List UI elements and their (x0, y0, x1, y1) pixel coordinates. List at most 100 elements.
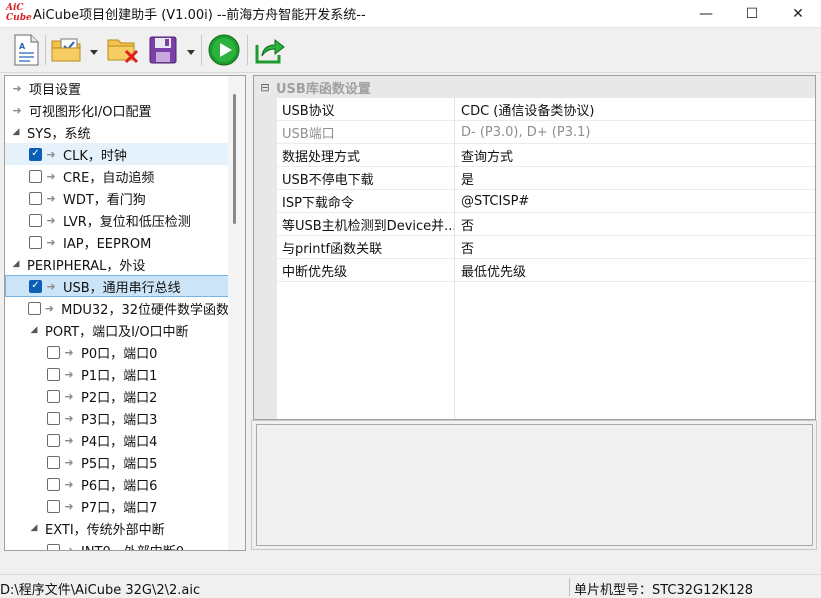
tree-item-checkbox[interactable] (47, 389, 60, 403)
logo-text-top: AiC (6, 2, 24, 13)
property-row[interactable]: 数据处理方式 查询方式 (277, 144, 815, 167)
property-value[interactable]: CDC (通信设备类协议) (455, 100, 594, 119)
property-row[interactable]: ISP下载命令 @STCISP# (277, 190, 815, 213)
property-row[interactable]: USB端口 D- (P3.0), D+ (P3.1) (277, 121, 815, 144)
tree-item[interactable]: ➜ IAP，EEPROM (5, 231, 229, 253)
property-grid[interactable]: ⊟ USB库函数设置 USB协议 CDC (通信设备类协议) USB端口 D- (P3… (253, 75, 816, 420)
tree-item-checkbox[interactable] (47, 345, 60, 359)
tree-item-checkbox[interactable] (47, 411, 60, 425)
property-value[interactable]: 否 (455, 238, 474, 257)
save-dropdown-icon[interactable] (186, 47, 196, 57)
new-project-button[interactable]: A (9, 33, 43, 67)
tree-item[interactable]: ➜ CRE，自动追频 (5, 165, 229, 187)
save-disk-icon (149, 36, 177, 64)
tree-item[interactable]: ◢ EXTI，传统外部中断 (5, 517, 229, 539)
tree-item[interactable]: ➜ WDT，看门狗 (5, 187, 229, 209)
close-folder-icon (107, 39, 139, 64)
category-label: USB库函数设置 (276, 81, 371, 97)
tree-arrow-icon: ➜ (46, 191, 56, 205)
tree-arrow-icon: ➜ (64, 477, 74, 491)
open-project-button[interactable] (50, 33, 84, 67)
tree-item[interactable]: ➜ P4口，端口4 (5, 429, 229, 451)
tree-item-checkbox[interactable] (47, 543, 60, 550)
export-button[interactable] (253, 33, 287, 67)
property-value[interactable]: 是 (455, 169, 474, 188)
expand-toggle-icon[interactable]: ◢ (29, 325, 39, 335)
tree-arrow-icon: ➜ (64, 411, 74, 425)
tree-item[interactable]: ➜ P0口，端口0 (5, 341, 229, 363)
tree-item[interactable]: ◢ PORT，端口及I/O口中断 (5, 319, 229, 341)
collapse-category-icon[interactable]: ⊟ (254, 81, 276, 94)
project-path: D:\程序文件\AiCube 32G\2\2.aic (0, 583, 201, 598)
tree-item[interactable]: ➜ LVR，复位和低压检测 (5, 209, 229, 231)
tree-item-checkbox[interactable] (29, 235, 42, 249)
status-separator (569, 578, 570, 596)
tree-arrow-icon: ➜ (46, 279, 56, 293)
tree-scrollbar[interactable] (228, 76, 245, 550)
tree-item-checkbox[interactable] (47, 477, 60, 491)
property-row[interactable]: 中断优先级 最低优先级 (277, 259, 815, 282)
tree-item[interactable]: ➜ CLK，时钟 (5, 143, 229, 165)
tree-item-checkbox[interactable] (29, 279, 42, 293)
property-category[interactable]: ⊟ USB库函数设置 (254, 76, 815, 98)
tree-item-checkbox[interactable] (47, 433, 60, 447)
tree-item[interactable]: ➜ INT0，外部中断0 (5, 539, 229, 551)
tree-item[interactable]: ➜ P7口，端口7 (5, 495, 229, 517)
expand-toggle-icon[interactable]: ◢ (11, 259, 21, 269)
tree-item-checkbox[interactable] (47, 367, 60, 381)
property-value[interactable]: @STCISP# (455, 194, 529, 209)
tree-item-label: P2口，端口2 (81, 390, 158, 406)
tree-item-checkbox[interactable] (47, 499, 60, 513)
tree-item-checkbox[interactable] (29, 213, 42, 227)
property-value[interactable]: 查询方式 (455, 146, 513, 165)
property-row[interactable]: USB协议 CDC (通信设备类协议) (277, 98, 815, 121)
tree-arrow-icon: ➜ (64, 367, 74, 381)
logo-text-bottom: Cube (6, 12, 32, 23)
expand-toggle-icon[interactable]: ◢ (11, 127, 21, 137)
tree-item-label: EXTI，传统外部中断 (45, 522, 165, 538)
property-value[interactable]: 否 (455, 215, 474, 234)
tree-item[interactable]: ➜ P2口，端口2 (5, 385, 229, 407)
tree-item-checkbox[interactable] (29, 169, 42, 183)
expand-toggle-icon[interactable]: ◢ (29, 523, 39, 533)
tree-item[interactable]: ➜ USB，通用串行总线 (5, 275, 229, 297)
property-row[interactable]: USB不停电下载是 (277, 167, 815, 190)
tree-arrow-icon: ➜ (64, 455, 74, 469)
tree-item[interactable]: ➜ 项目设置 (5, 77, 229, 99)
tree-scrollbar-thumb[interactable] (233, 94, 236, 224)
run-button[interactable] (207, 33, 241, 67)
tree-item-checkbox[interactable] (29, 147, 42, 161)
tree-item-checkbox[interactable] (29, 191, 42, 205)
save-project-button[interactable] (146, 33, 180, 67)
tree-item-label: 项目设置 (29, 82, 82, 98)
tree-item-checkbox[interactable] (47, 455, 60, 469)
minimize-button[interactable]: — (683, 0, 729, 28)
close-button[interactable]: ✕ (775, 0, 821, 28)
tree-item-checkbox[interactable] (28, 301, 41, 315)
tree-item[interactable]: ➜ MDU32，32位硬件数学函数 (5, 297, 229, 319)
tree-item[interactable]: ➜ P1口，端口1 (5, 363, 229, 385)
tree-item[interactable]: ➜ 可视图形化I/O口配置 (5, 99, 229, 121)
tree-item-label: INT0，外部中断0 (81, 541, 184, 551)
tree-item[interactable]: ➜ P6口，端口6 (5, 473, 229, 495)
open-dropdown-icon[interactable] (89, 47, 99, 57)
tree-item-label: USB，通用串行总线 (63, 280, 181, 296)
tree-item[interactable]: ◢ PERIPHERAL，外设 (5, 253, 229, 275)
property-row[interactable]: 与printf函数关联否 (277, 236, 815, 259)
property-row[interactable]: 等USB主机检测到Device并... 否 (277, 213, 815, 236)
property-value[interactable]: D- (P3.0), D+ (P3.1) (455, 125, 590, 140)
property-name: 等USB主机检测到Device并... (277, 213, 455, 235)
property-value[interactable]: 最低优先级 (455, 261, 526, 280)
tree-arrow-icon: ➜ (46, 213, 56, 227)
component-tree[interactable]: ➜ 项目设置 ➜ 可视图形化I/O口配置 ◢ SYS，系统 ➜ CLK，时钟 ➜ CRE，自动追频… (4, 75, 246, 551)
tree-item[interactable]: ➜ P5口，端口5 (5, 451, 229, 473)
tree-arrow-icon: ➜ (64, 345, 74, 359)
maximize-button[interactable]: ☐ (729, 0, 775, 28)
tree-arrow-icon: ➜ (46, 235, 56, 249)
toolbar: A (0, 29, 821, 73)
property-name: USB不停电下载 (277, 167, 455, 189)
tree-item[interactable]: ➜ P3口，端口3 (5, 407, 229, 429)
tree-item[interactable]: ◢ SYS，系统 (5, 121, 229, 143)
column-divider[interactable] (454, 282, 455, 419)
close-project-button[interactable] (106, 33, 140, 67)
